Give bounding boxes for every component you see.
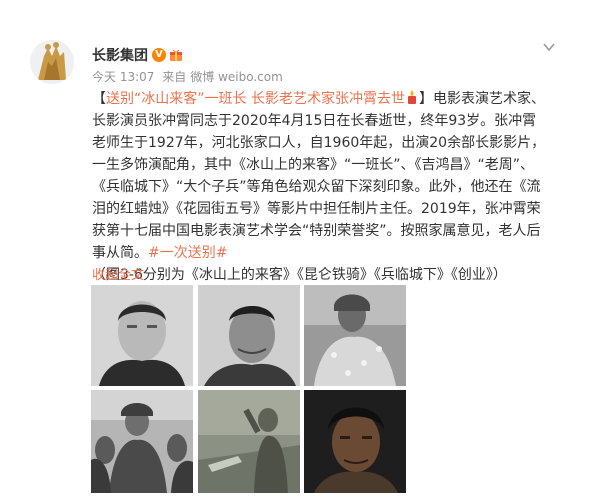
photo-caption: （图3-6分别为《冰山上的来客》《昆仑铁骑》《兵临城下》《创业》） [92, 267, 507, 283]
photo-4-kunlun[interactable] [91, 390, 193, 493]
verified-v-icon: V [152, 48, 166, 62]
post-time[interactable]: 今天 13:07 [92, 70, 154, 84]
photo-2-portrait[interactable] [198, 285, 300, 386]
post-headline: 送别“冰山来客”一班长 长影老艺术家张冲霄去世 [106, 91, 405, 107]
post-source[interactable]: 微博 weibo.com [190, 70, 283, 84]
candle-icon [407, 90, 416, 104]
author-name[interactable]: 长影集团 [92, 45, 148, 65]
post-main-text: 电影表演艺术家、长影演员张冲霄同志于2020年4月15日在长春逝世，终年93岁。… [92, 91, 546, 261]
photo-5-binglin[interactable] [198, 390, 300, 493]
collapse-button[interactable]: 收起全文 [92, 264, 144, 283]
title-bracket-close: 】 [418, 91, 433, 107]
changying-logo-avatar [30, 40, 74, 84]
hashtag-link[interactable]: #一次送别# [148, 245, 227, 261]
photo-1-portrait[interactable] [91, 285, 193, 386]
chevron-down-icon[interactable] [542, 40, 556, 54]
avatar[interactable] [30, 40, 74, 84]
post-meta: 今天 13:07 来自 微博 weibo.com [92, 68, 287, 85]
photo-6-chuangye[interactable] [304, 390, 406, 493]
post-body: 【送别“冰山来客”一班长 长影老艺术家张冲霄去世 】电影表演艺术家、长影演员张冲霄… [92, 88, 547, 286]
from-label: 来自 [162, 70, 187, 84]
photo-3-bingshan[interactable] [304, 285, 406, 386]
gift-icon [170, 49, 182, 61]
title-bracket-open: 【 [92, 91, 106, 107]
